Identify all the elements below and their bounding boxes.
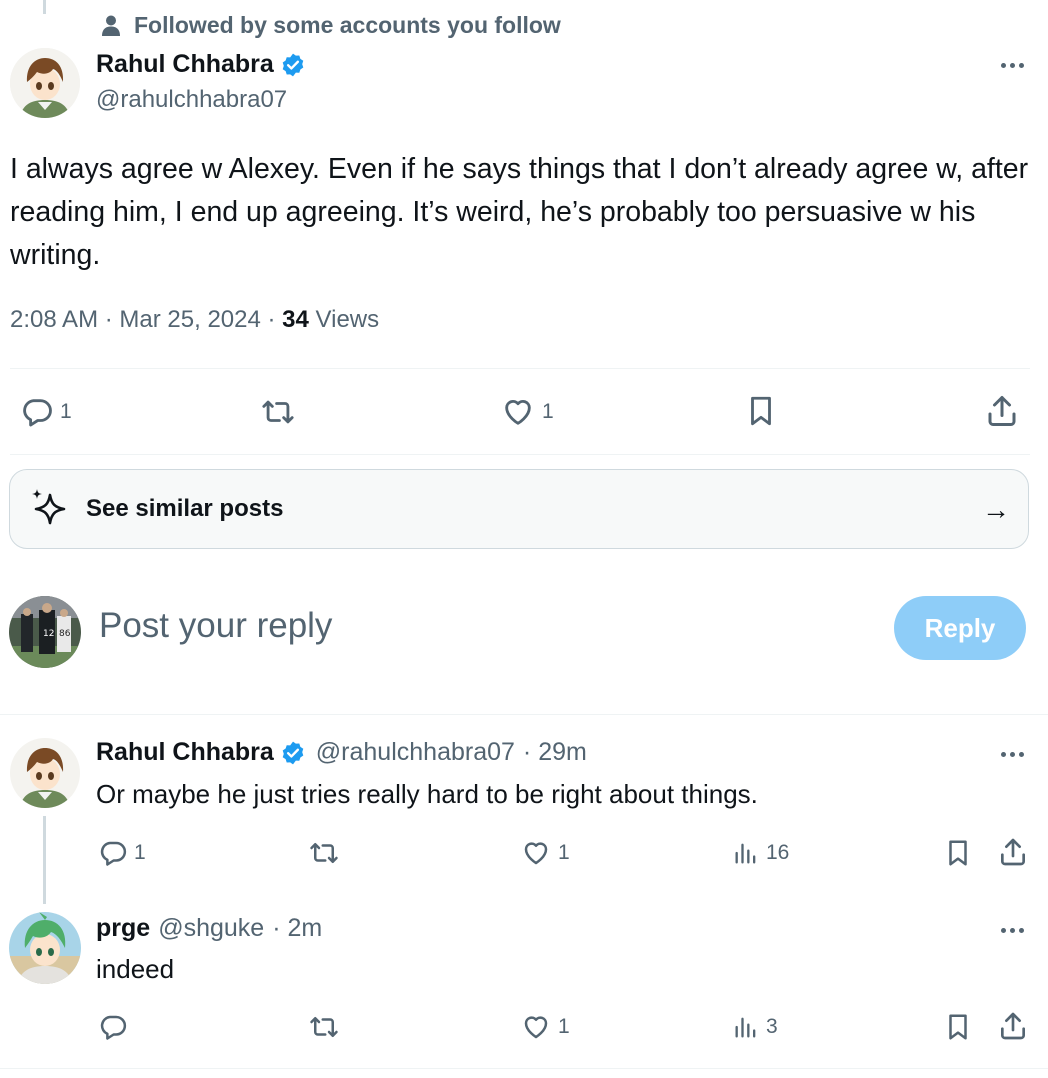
svg-text:86: 86 bbox=[59, 629, 71, 639]
like-count: 1 bbox=[558, 1015, 570, 1038]
svg-text:12: 12 bbox=[43, 629, 54, 639]
reply-action[interactable] bbox=[98, 1012, 134, 1042]
handle[interactable]: @rahulchhabra07 bbox=[316, 738, 515, 767]
views-count: 34 bbox=[282, 306, 309, 333]
reply-text: Or maybe he just tries really hard to be… bbox=[96, 779, 758, 809]
avatar[interactable] bbox=[10, 48, 80, 118]
bookmark-action[interactable] bbox=[744, 393, 778, 429]
reply-icon bbox=[20, 395, 54, 429]
like-action[interactable]: 1 bbox=[500, 395, 554, 429]
like-action[interactable]: 1 bbox=[520, 1012, 570, 1042]
display-name[interactable]: prge bbox=[96, 914, 150, 943]
share-action[interactable] bbox=[984, 393, 1020, 429]
sparkle-icon bbox=[28, 487, 72, 531]
views-count: 3 bbox=[766, 1015, 778, 1038]
post-meta: 2:08 AM · Mar 25, 2024 · 34 Views bbox=[10, 306, 379, 334]
views-action[interactable]: 3 bbox=[732, 1012, 778, 1042]
separator: · bbox=[104, 306, 113, 333]
social-context: Followed by some accounts you follow bbox=[100, 12, 561, 39]
post-time[interactable]: 2:08 AM bbox=[10, 306, 98, 333]
reply-time[interactable]: · 29m bbox=[523, 738, 587, 767]
share-action[interactable] bbox=[997, 836, 1029, 868]
post-text: I always agree w Alexey. Even if he says… bbox=[10, 153, 1029, 271]
author-line: Rahul Chhabra bbox=[96, 50, 306, 79]
heart-icon bbox=[520, 1012, 552, 1042]
see-similar-posts-button[interactable]: See similar posts → bbox=[9, 469, 1029, 549]
analytics-icon bbox=[732, 838, 760, 868]
views-label: Views bbox=[315, 306, 380, 333]
reply-count: 1 bbox=[60, 400, 72, 423]
avatar[interactable] bbox=[9, 912, 81, 984]
more-options-icon[interactable] bbox=[1001, 752, 1024, 757]
more-options-icon[interactable] bbox=[1001, 928, 1024, 933]
divider bbox=[0, 714, 1048, 715]
divider bbox=[10, 454, 1030, 455]
handle[interactable]: @shguke bbox=[158, 914, 264, 943]
like-count: 1 bbox=[542, 400, 554, 423]
share-icon bbox=[984, 393, 1020, 429]
reply-button[interactable]: Reply bbox=[894, 596, 1026, 660]
user-avatar[interactable]: 12 86 bbox=[9, 596, 81, 668]
reply-action[interactable]: 1 bbox=[98, 838, 146, 868]
repost-icon bbox=[306, 838, 342, 868]
avatar[interactable] bbox=[10, 738, 80, 808]
like-action[interactable]: 1 bbox=[520, 838, 570, 868]
heart-icon bbox=[500, 395, 536, 429]
verified-badge-icon[interactable] bbox=[280, 740, 306, 766]
see-similar-posts-label: See similar posts bbox=[86, 495, 284, 522]
reply-count: 1 bbox=[134, 841, 146, 864]
repost-action[interactable] bbox=[306, 1012, 342, 1042]
reply-text: indeed bbox=[96, 954, 175, 984]
reply-author-line: prge @shguke · 2m bbox=[96, 914, 322, 943]
reply-icon bbox=[98, 838, 128, 868]
reply-author-line: Rahul Chhabra @rahulchhabra07 · 29m bbox=[96, 738, 587, 767]
views-action[interactable]: 16 bbox=[732, 838, 789, 868]
analytics-icon bbox=[732, 1012, 760, 1042]
share-icon bbox=[997, 1010, 1029, 1042]
repost-action[interactable] bbox=[258, 395, 298, 429]
share-icon bbox=[997, 836, 1029, 868]
bookmark-icon bbox=[943, 1011, 973, 1043]
reply-time[interactable]: · 2m bbox=[272, 914, 322, 943]
more-options-icon[interactable] bbox=[1001, 63, 1024, 68]
bookmark-icon bbox=[943, 837, 973, 869]
heart-icon bbox=[520, 838, 552, 868]
handle[interactable]: @rahulchhabra07 bbox=[96, 86, 287, 114]
bookmark-action[interactable] bbox=[943, 837, 973, 869]
verified-badge-icon[interactable] bbox=[280, 52, 306, 78]
bookmark-action[interactable] bbox=[943, 1011, 973, 1043]
share-action[interactable] bbox=[997, 1010, 1029, 1042]
arrow-right-icon: → bbox=[982, 494, 1010, 525]
bookmark-icon bbox=[744, 393, 778, 429]
repost-icon bbox=[258, 395, 298, 429]
divider bbox=[10, 368, 1030, 369]
repost-icon bbox=[306, 1012, 342, 1042]
divider bbox=[0, 1068, 1048, 1069]
thread-connector-top bbox=[43, 0, 46, 14]
display-name[interactable]: Rahul Chhabra bbox=[96, 738, 274, 767]
post-date[interactable]: Mar 25, 2024 bbox=[119, 306, 260, 333]
social-context-text: Followed by some accounts you follow bbox=[134, 12, 561, 38]
thread-connector bbox=[43, 816, 46, 904]
separator: · bbox=[267, 306, 276, 333]
views-count: 16 bbox=[766, 841, 790, 864]
reply-icon bbox=[98, 1012, 128, 1042]
like-count: 1 bbox=[558, 841, 570, 864]
display-name[interactable]: Rahul Chhabra bbox=[96, 50, 274, 79]
reply-action[interactable]: 1 bbox=[20, 395, 72, 429]
repost-action[interactable] bbox=[306, 838, 342, 868]
person-icon bbox=[100, 14, 122, 38]
reply-input[interactable]: Post your reply bbox=[99, 606, 859, 654]
